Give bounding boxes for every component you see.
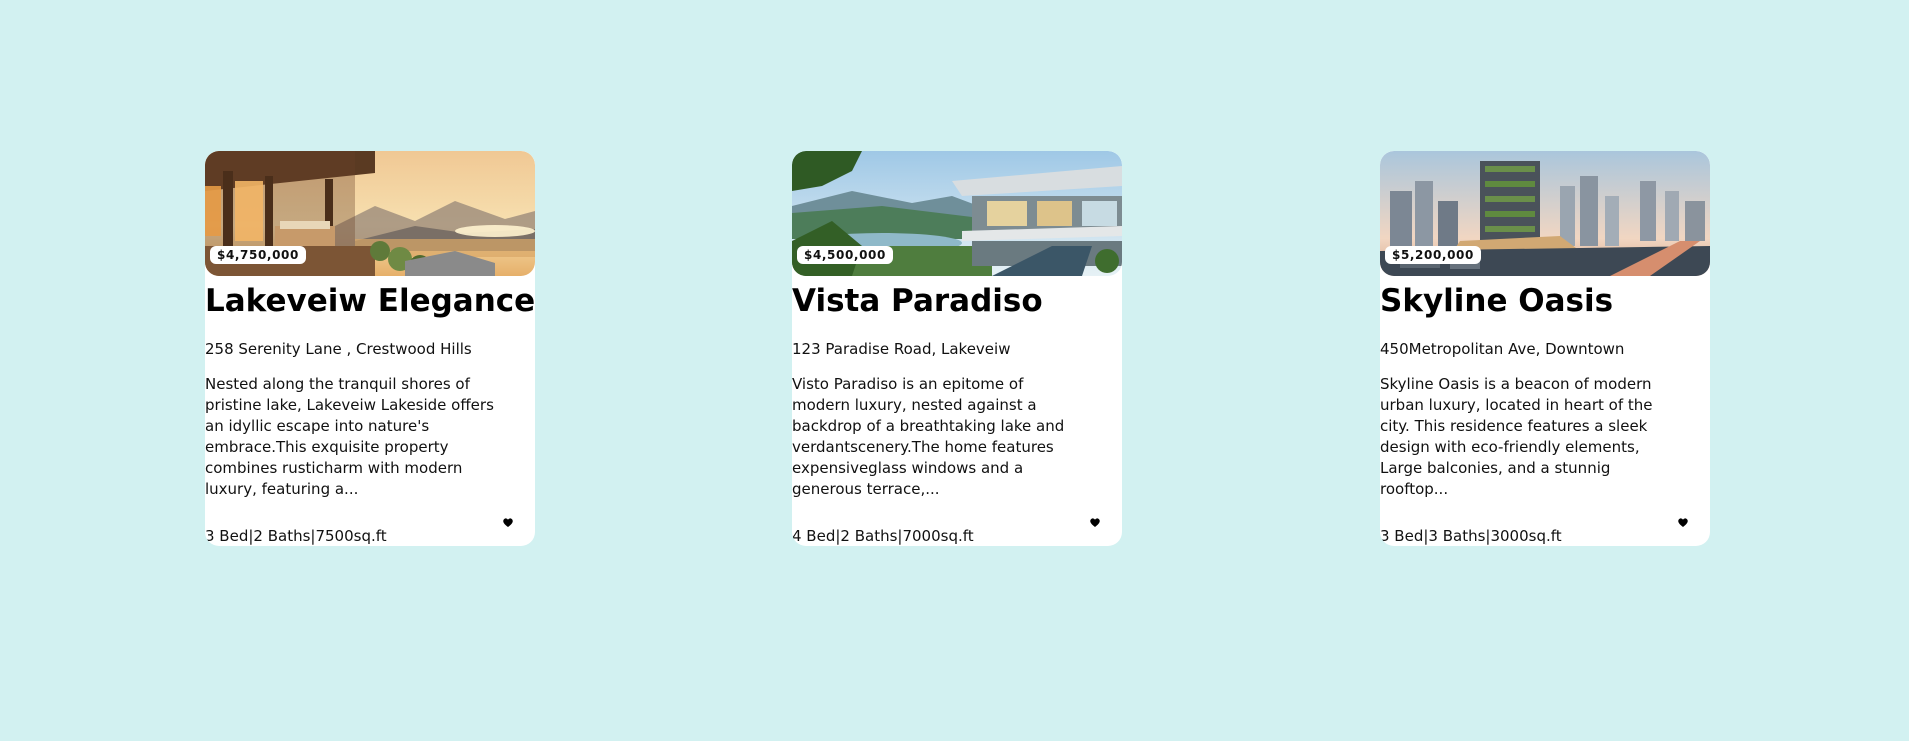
favorite-button[interactable] (1676, 515, 1690, 529)
property-card[interactable]: $4,500,000 Vista Paradiso 123 Paradise R… (792, 151, 1122, 546)
property-photo-city-tower[interactable]: $5,200,000 (1380, 151, 1710, 276)
heart-icon (1090, 518, 1100, 527)
property-address: 258 Serenity Lane , Crestwood Hills (205, 340, 472, 358)
property-title: Lakeveiw Elegance (205, 283, 535, 319)
property-photo-lakeside-house[interactable]: $4,750,000 (205, 151, 535, 276)
property-description: Visto Paradiso is an epitome of modern l… (792, 375, 1065, 498)
heart-icon (1678, 518, 1688, 527)
property-title: Vista Paradiso (792, 283, 1043, 319)
favorite-button[interactable] (1088, 515, 1102, 529)
property-specs: 3 Bed|3 Baths|3000sq.ft (1380, 527, 1562, 545)
property-description: Nested along the tranquil shores of pris… (205, 375, 494, 498)
property-title: Skyline Oasis (1380, 283, 1614, 319)
property-address: 450Metropolitan Ave, Downtown (1380, 340, 1625, 358)
property-specs: 3 Bed|2 Baths|7500sq.ft (205, 527, 387, 545)
favorite-button[interactable] (501, 515, 515, 529)
price-badge: $5,200,000 (1385, 246, 1481, 264)
property-card[interactable]: $5,200,000 Skyline Oasis 450Metropolitan… (1380, 151, 1710, 546)
price-badge: $4,500,000 (797, 246, 893, 264)
property-description: Skyline Oasis is a beacon of modern urba… (1380, 375, 1653, 498)
property-specs: 4 Bed|2 Baths|7000sq.ft (792, 527, 974, 545)
property-photo-modern-villa[interactable]: $4,500,000 (792, 151, 1122, 276)
price-badge: $4,750,000 (210, 246, 306, 264)
property-address: 123 Paradise Road, Lakeveiw (792, 340, 1011, 358)
property-card[interactable]: $4,750,000 Lakeveiw Elegance 258 Serenit… (205, 151, 535, 546)
heart-icon (503, 518, 513, 527)
